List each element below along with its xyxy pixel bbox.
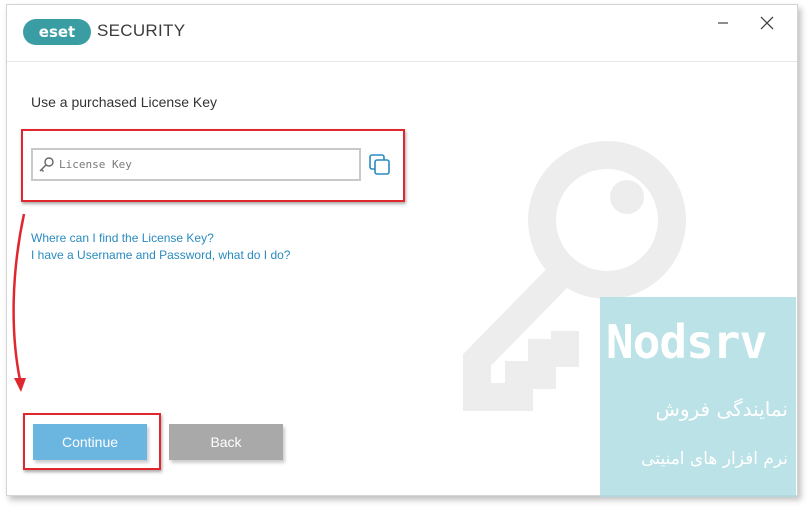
key-icon — [39, 157, 54, 172]
watermark-line-1: نمایندگی فروش — [655, 397, 788, 421]
minimize-button[interactable] — [703, 9, 743, 39]
title-bar: eset SECURITY — [7, 5, 797, 62]
username-password-link[interactable]: I have a Username and Password, what do … — [31, 248, 290, 262]
svg-text:eset: eset — [39, 23, 75, 41]
copy-icon — [369, 154, 390, 175]
paste-button[interactable] — [368, 153, 392, 177]
close-icon — [760, 16, 774, 30]
continue-button[interactable]: Continue — [33, 424, 147, 460]
find-license-key-link[interactable]: Where can I find the License Key? — [31, 231, 214, 245]
red-arrow-annotation — [12, 213, 26, 392]
watermark-panel: Nodsrv نمایندگی فروش نرم افزار های امنیت… — [600, 297, 796, 497]
license-key-field[interactable] — [31, 148, 361, 181]
brand-text: SECURITY — [97, 21, 186, 40]
license-key-input[interactable] — [59, 152, 355, 176]
back-button[interactable]: Back — [169, 424, 283, 460]
watermark-line-2: نرم افزار های امنیتی — [641, 449, 788, 469]
minimize-icon — [718, 22, 728, 24]
eset-logo: eset — [23, 19, 91, 45]
close-button[interactable] — [747, 9, 787, 39]
page-title: Use a purchased License Key — [31, 94, 217, 110]
watermark-title: Nodsrv — [606, 315, 767, 369]
